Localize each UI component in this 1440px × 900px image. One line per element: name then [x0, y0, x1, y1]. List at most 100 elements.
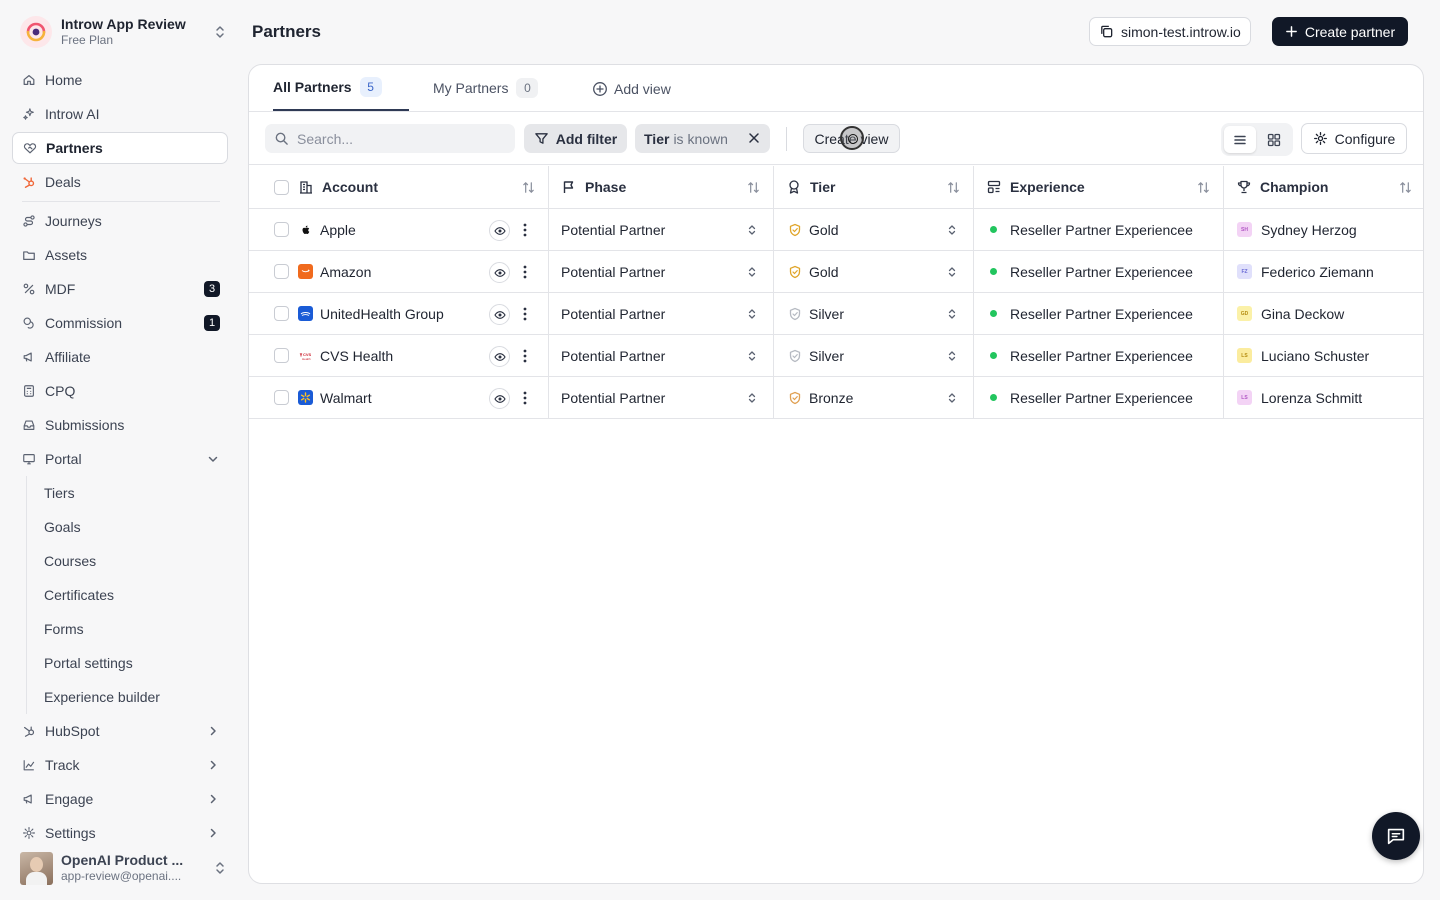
sort-icon[interactable]: [1398, 180, 1413, 195]
more-options-icon[interactable]: [517, 221, 533, 239]
search-box[interactable]: [265, 124, 515, 153]
column-header-phase[interactable]: Phase: [549, 166, 774, 208]
more-options-icon[interactable]: [517, 263, 533, 281]
select-all-checkbox[interactable]: [274, 179, 289, 195]
column-header-account[interactable]: Account: [249, 166, 549, 208]
cell-tier[interactable]: Bronze: [774, 377, 974, 418]
sidebar-item-forms[interactable]: Forms: [27, 612, 228, 646]
sidebar-item-partners[interactable]: Partners: [12, 132, 228, 164]
sidebar-item-portal-settings[interactable]: Portal settings: [27, 646, 228, 680]
sort-icon[interactable]: [946, 180, 961, 195]
add-view-button[interactable]: Add view: [592, 66, 671, 112]
table-row[interactable]: Walmart Potential Partner Bronze Reselle…: [249, 377, 1423, 419]
row-checkbox[interactable]: [274, 390, 289, 405]
cell-experience[interactable]: Reseller Partner Experiencee: [974, 335, 1224, 376]
row-checkbox[interactable]: [274, 264, 289, 279]
column-header-champion[interactable]: Champion: [1224, 166, 1423, 208]
cell-champion[interactable]: GD Gina Deckow: [1224, 293, 1423, 334]
sidebar-group-settings[interactable]: Settings: [12, 816, 228, 850]
sidebar-item-courses[interactable]: Courses: [27, 544, 228, 578]
more-options-icon[interactable]: [517, 347, 533, 365]
create-partner-button[interactable]: Create partner: [1272, 17, 1408, 46]
sidebar-item-assets[interactable]: Assets: [12, 238, 228, 272]
cell-tier[interactable]: Silver: [774, 293, 974, 334]
sidebar-group-track[interactable]: Track: [12, 748, 228, 782]
sidebar-item-certificates[interactable]: Certificates: [27, 578, 228, 612]
search-input[interactable]: [297, 130, 497, 147]
sidebar-item-introw-ai[interactable]: Introw AI: [12, 97, 228, 131]
cell-account[interactable]: UnitedHealth Group: [249, 293, 549, 334]
sidebar-item-home[interactable]: Home: [12, 63, 228, 97]
preview-button[interactable]: [489, 220, 510, 241]
account-name[interactable]: Walmart: [320, 390, 372, 406]
cell-phase[interactable]: Potential Partner: [549, 251, 774, 292]
cell-experience[interactable]: Reseller Partner Experiencee: [974, 377, 1224, 418]
tab-my-partners[interactable]: My Partners 0: [433, 65, 539, 111]
table-row[interactable]: Apple Potential Partner Gold Reseller Pa…: [249, 209, 1423, 251]
preview-button[interactable]: [489, 262, 510, 283]
cell-account[interactable]: Walmart: [249, 377, 549, 418]
account-name[interactable]: Apple: [320, 222, 356, 238]
cell-champion[interactable]: LS Lorenza Schmitt: [1224, 377, 1423, 418]
cell-champion[interactable]: LS Luciano Schuster: [1224, 335, 1423, 376]
cell-experience[interactable]: Reseller Partner Experiencee: [974, 251, 1224, 292]
column-header-tier[interactable]: Tier: [774, 166, 974, 208]
configure-button[interactable]: Configure: [1301, 123, 1407, 154]
account-name[interactable]: UnitedHealth Group: [320, 306, 444, 322]
cell-phase[interactable]: Potential Partner: [549, 293, 774, 334]
sidebar-group-hubspot[interactable]: HubSpot: [12, 714, 228, 748]
cell-phase[interactable]: Potential Partner: [549, 335, 774, 376]
workspace-switcher[interactable]: Introw App Review Free Plan: [20, 14, 228, 50]
cell-phase[interactable]: Potential Partner: [549, 209, 774, 250]
user-menu[interactable]: OpenAI Product ... app-review@openai....: [20, 851, 228, 885]
close-icon[interactable]: [747, 131, 761, 145]
sidebar-item-cpq[interactable]: CPQ: [12, 374, 228, 408]
grid-view-button[interactable]: [1258, 126, 1290, 153]
account-name[interactable]: CVS Health: [320, 348, 393, 364]
sidebar-item-portal[interactable]: Portal: [12, 442, 228, 476]
column-header-experience[interactable]: Experience: [974, 166, 1224, 208]
cell-phase[interactable]: Potential Partner: [549, 377, 774, 418]
cell-account[interactable]: CVS Health CVS Health: [249, 335, 549, 376]
cell-tier[interactable]: Gold: [774, 209, 974, 250]
sidebar-item-goals[interactable]: Goals: [27, 510, 228, 544]
sidebar-item-deals[interactable]: Deals: [12, 165, 228, 199]
preview-button[interactable]: [489, 304, 510, 325]
filter-chip-tier[interactable]: Tier is known: [635, 124, 770, 153]
row-checkbox[interactable]: [274, 222, 289, 237]
row-checkbox[interactable]: [274, 348, 289, 363]
sidebar-item-journeys[interactable]: Journeys: [12, 204, 228, 238]
cell-experience[interactable]: Reseller Partner Experiencee: [974, 293, 1224, 334]
table-row[interactable]: CVS Health CVS Health Potential Partner S…: [249, 335, 1423, 377]
copy-domain-button[interactable]: simon-test.introw.io: [1089, 17, 1251, 46]
sidebar-item-experience-builder[interactable]: Experience builder: [27, 680, 228, 714]
row-checkbox[interactable]: [274, 306, 289, 321]
sidebar-item-tiers[interactable]: Tiers: [27, 476, 228, 510]
cell-champion[interactable]: SH Sydney Herzog: [1224, 209, 1423, 250]
preview-button[interactable]: [489, 346, 510, 367]
sidebar-item-affiliate[interactable]: Affiliate: [12, 340, 228, 374]
table-row[interactable]: Amazon Potential Partner Gold Reseller P…: [249, 251, 1423, 293]
cell-tier[interactable]: Silver: [774, 335, 974, 376]
more-options-icon[interactable]: [517, 305, 533, 323]
cell-champion[interactable]: FZ Federico Ziemann: [1224, 251, 1423, 292]
sort-icon[interactable]: [521, 180, 536, 195]
more-options-icon[interactable]: [517, 389, 533, 407]
cell-experience[interactable]: Reseller Partner Experiencee: [974, 209, 1224, 250]
account-name[interactable]: Amazon: [320, 264, 371, 280]
cell-tier[interactable]: Gold: [774, 251, 974, 292]
sidebar-item-mdf[interactable]: MDF 3: [12, 272, 228, 306]
table-row[interactable]: UnitedHealth Group Potential Partner Sil…: [249, 293, 1423, 335]
add-filter-button[interactable]: Add filter: [524, 124, 627, 153]
sort-icon[interactable]: [1196, 180, 1211, 195]
sidebar-group-engage[interactable]: Engage: [12, 782, 228, 816]
sidebar-item-submissions[interactable]: Submissions: [12, 408, 228, 442]
chat-support-button[interactable]: [1372, 812, 1420, 860]
sort-icon[interactable]: [746, 180, 761, 195]
cell-account[interactable]: Amazon: [249, 251, 549, 292]
cell-account[interactable]: Apple: [249, 209, 549, 250]
tab-all-partners[interactable]: All Partners 5: [273, 65, 409, 111]
list-view-button[interactable]: [1224, 126, 1256, 153]
sidebar-item-commission[interactable]: Commission 1: [12, 306, 228, 340]
preview-button[interactable]: [489, 388, 510, 409]
